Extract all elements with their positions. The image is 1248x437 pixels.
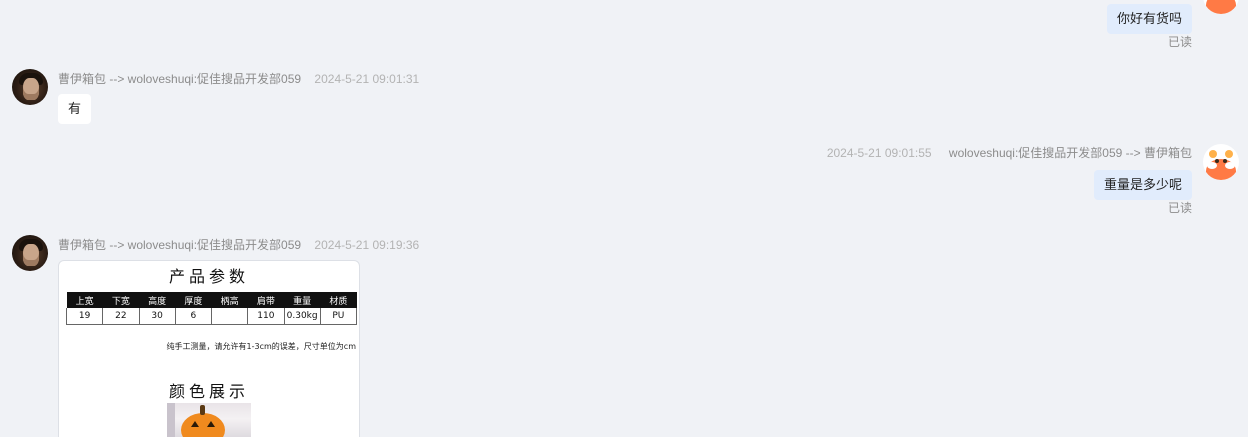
message-meta: 2024-5-21 09:01:55 woloveshuqi:促佳搜品开发部05…: [827, 144, 1192, 161]
shop-avatar-icon[interactable]: [12, 69, 48, 105]
pumpkin-icon: [181, 413, 225, 437]
self-avatar-icon[interactable]: [1203, 144, 1239, 180]
table-cell: PU: [319, 308, 358, 325]
table-cell: 0.30kg: [283, 308, 321, 325]
message-meta: 曹伊箱包 --> woloveshuqi:促佳搜品开发部059 2024-5-2…: [58, 70, 419, 87]
table-header-cell: 柄高: [211, 292, 248, 308]
table-cell: 110: [247, 308, 285, 325]
table-header-cell: 上宽: [66, 292, 103, 308]
message-time: 2024-5-21 09:01:31: [314, 72, 420, 86]
table-cell: 19: [65, 308, 104, 325]
table-header-cell: 重量: [284, 292, 321, 308]
table-header-cell: 下宽: [102, 292, 139, 308]
table-cell: [210, 308, 249, 325]
product-params-table: 上宽 下宽 高度 厚度 柄高 肩带 重量 材质 19 22 30 6 110 0.30kg PU: [65, 292, 358, 325]
message-time: 2024-5-21 09:01:55: [826, 146, 932, 160]
table-header-cell: 厚度: [175, 292, 212, 308]
message-time: 2024-5-21 09:19:36: [314, 238, 420, 252]
message-bubble[interactable]: 重量是多少呢: [1093, 170, 1192, 200]
read-status: 已读: [1167, 35, 1192, 49]
table-cell: 6: [174, 308, 213, 325]
read-status: 已读: [1167, 201, 1192, 215]
image-note: 纯手工测量，请允许有1-3cm的误差，尺寸单位为cm: [166, 342, 356, 351]
shop-avatar-icon[interactable]: [12, 235, 48, 271]
message-sender: 曹伊箱包 --> woloveshuqi:促佳搜品开发部059: [58, 72, 302, 86]
table-cell: 30: [138, 308, 176, 325]
product-photo: [167, 403, 251, 437]
message-meta: 曹伊箱包 --> woloveshuqi:促佳搜品开发部059 2024-5-2…: [58, 236, 419, 253]
table-header-cell: 肩带: [247, 292, 284, 308]
message-bubble[interactable]: 有: [58, 94, 92, 124]
self-avatar-icon[interactable]: [1203, 0, 1239, 14]
image-title: 产品参数: [168, 267, 249, 286]
message-sender: 曹伊箱包 --> woloveshuqi:促佳搜品开发部059: [58, 238, 302, 252]
image-section-title: 颜色展示: [168, 382, 249, 401]
message-bubble[interactable]: 你好有货吗: [1106, 4, 1192, 34]
message-sender: woloveshuqi:促佳搜品开发部059 --> 曹伊箱包: [948, 146, 1192, 160]
table-header-cell: 材质: [320, 292, 357, 308]
product-image-message[interactable]: 产品参数 上宽 下宽 高度 厚度 柄高 肩带 重量 材质 19 22 30 6 110 0.30kg PU…: [58, 260, 360, 437]
table-header-cell: 高度: [139, 292, 176, 308]
table-cell: 22: [102, 308, 140, 325]
